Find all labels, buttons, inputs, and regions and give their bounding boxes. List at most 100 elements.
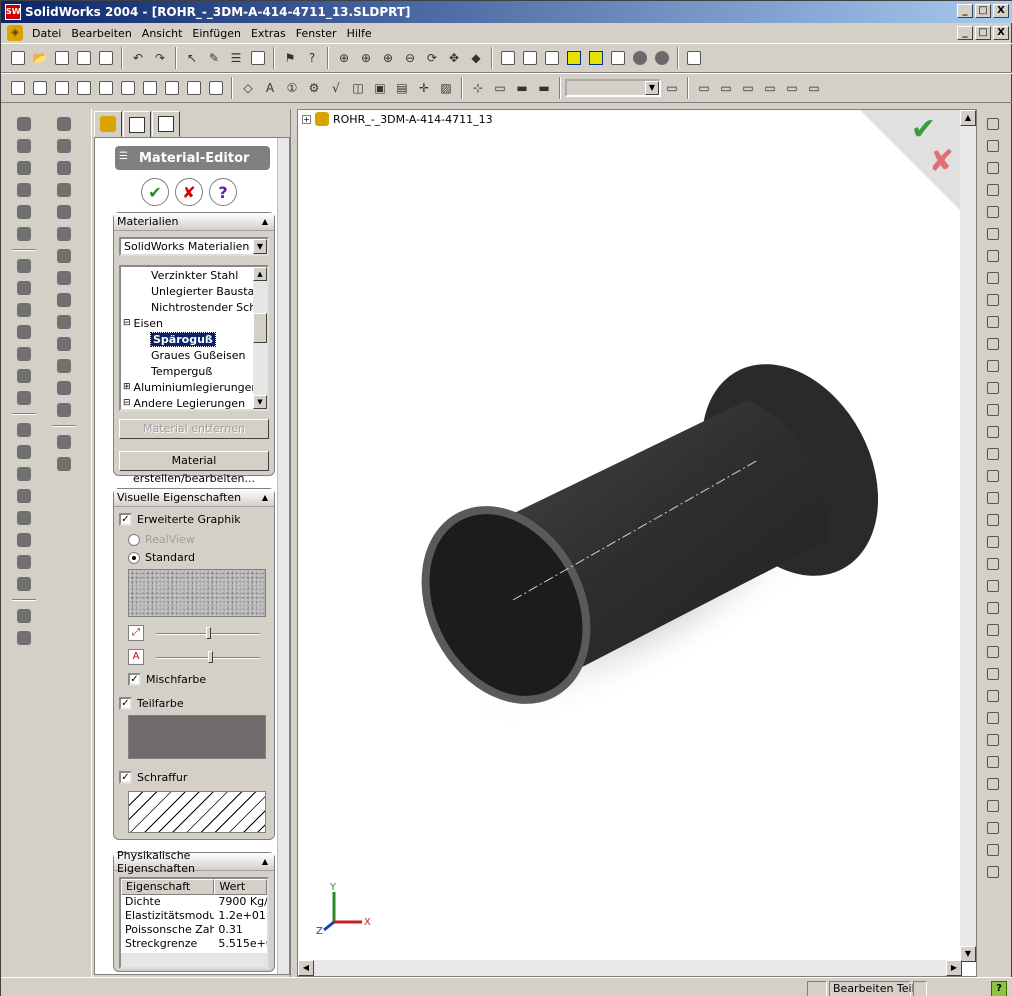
closed-corner-icon[interactable] [54,268,74,288]
tree-item-andere-legierungen[interactable]: ⊟ Andere Legierungen [123,395,245,410]
standard-radio[interactable]: Standard [128,551,195,564]
collapse-node-icon[interactable]: ⊟ [123,318,131,328]
ellipse-icon[interactable] [983,334,1003,354]
sheetmetal-icon[interactable] [54,114,74,134]
center-mark-icon[interactable]: ✛ [414,78,434,98]
undo-icon[interactable]: ↶ [128,48,148,68]
fillet-icon[interactable] [96,78,116,98]
offset-tool-icon[interactable] [983,510,1003,530]
hatch-preview[interactable] [128,791,266,833]
sketch-pattern-icon[interactable] [14,552,34,572]
sweep-boss-icon[interactable] [14,202,34,222]
convert-icon[interactable] [983,532,1003,552]
smart-dimension-icon[interactable] [983,158,1003,178]
hidden-removed-icon[interactable] [542,48,562,68]
collapse-icon[interactable]: ▲ [262,493,268,502]
revolve-icon[interactable] [30,78,50,98]
centerline-icon[interactable]: ⊹ [468,78,488,98]
tree-item-temperguss[interactable]: Temperguß [151,363,212,379]
zoom-fit-icon[interactable]: ⊕ [334,48,354,68]
scroll-right-icon[interactable]: ▶ [946,960,962,976]
collapse-icon[interactable]: ▲ [262,217,268,226]
expand-node-icon[interactable]: ⊞ [123,382,131,392]
fillet-feature-icon[interactable] [14,256,34,276]
rebuild-icon[interactable]: ⚑ [280,48,300,68]
shell-icon[interactable] [140,78,160,98]
grid-tool-icon[interactable] [983,862,1003,882]
parabola-icon[interactable] [983,356,1003,376]
polygon-icon[interactable] [983,312,1003,332]
rectangle-icon[interactable] [983,224,1003,244]
rib-feature-icon[interactable] [14,300,34,320]
extend-tool-icon[interactable] [983,576,1003,596]
parting-line-icon[interactable] [54,454,74,474]
tree-scrollbar[interactable]: ▲ ▼ [253,267,267,409]
view-orient-icon[interactable]: ◆ [466,48,486,68]
scroll-up-icon[interactable]: ▲ [960,110,976,126]
revolve-boss-icon[interactable] [14,158,34,178]
loft-boss-icon[interactable] [14,224,34,244]
ok-button[interactable]: ✔ [141,178,169,206]
point-icon[interactable] [983,400,1003,420]
wireframe-icon[interactable] [498,48,518,68]
hatch-checkbox[interactable]: ✓ Schraffur [119,771,187,784]
linear-pattern-icon[interactable] [14,420,34,440]
tree-item-eisen[interactable]: ⊟ Eisen [123,315,163,331]
redo-icon[interactable]: ↷ [150,48,170,68]
extrude-icon[interactable] [8,78,28,98]
scale-slider[interactable] [206,627,211,639]
dropdown-arrow-icon[interactable]: ▼ [253,239,267,254]
tree-item-verzinkter-stahl[interactable]: Verzinkter Stahl [151,267,238,283]
tree-item-spaeroguss[interactable]: Späroguß [150,331,216,347]
split-tool-icon[interactable] [983,598,1003,618]
menu-ansicht[interactable]: Ansicht [137,27,188,40]
curves-icon[interactable] [14,628,34,648]
pan-icon[interactable]: ✥ [444,48,464,68]
zoom-area-icon[interactable]: ⊕ [356,48,376,68]
table-icon[interactable]: ▬ [534,78,554,98]
jog-icon[interactable] [54,224,74,244]
help-icon[interactable]: ? [991,981,1007,996]
shaded-icon[interactable] [586,48,606,68]
table-pattern-icon[interactable] [14,508,34,528]
block-tool-icon[interactable] [983,818,1003,838]
surface-icon[interactable]: ▭ [694,78,714,98]
text-icon[interactable]: A [260,78,280,98]
copy-icon[interactable] [983,708,1003,728]
hem-icon[interactable] [54,202,74,222]
menu-hilfe[interactable]: Hilfe [342,27,377,40]
minimize-button[interactable]: _ [957,4,973,18]
texture-preview[interactable] [128,569,266,617]
create-material-button[interactable]: Material erstellen/bearbeiten... [119,451,269,485]
print-icon[interactable] [74,48,94,68]
menu-einfuegen[interactable]: Einfügen [187,27,246,40]
spline-icon[interactable] [983,378,1003,398]
sketch-tool-icon[interactable] [983,114,1003,134]
tab-property-manager[interactable] [123,111,151,139]
angle-slider[interactable] [208,651,213,663]
text-tool-icon[interactable] [983,444,1003,464]
material-library-dropdown[interactable]: SolidWorks Materialien ▼ [119,237,269,256]
hole-icon[interactable] [206,78,226,98]
tree-item-aluminiumlegierungen[interactable]: ⊞ Aluminiumlegierungen [123,379,258,395]
layer-icon[interactable]: ▬ [512,78,532,98]
collapse-icon[interactable]: ▲ [262,857,268,866]
doc-minimize-button[interactable]: _ [957,26,973,40]
offset-icon[interactable]: ▭ [738,78,758,98]
mold-tools-icon[interactable] [54,432,74,452]
section-icon[interactable] [630,48,650,68]
shell-feature-icon[interactable] [14,322,34,342]
doc-close-button[interactable]: X [993,26,1009,40]
rotate-icon[interactable]: ⟳ [422,48,442,68]
tree-item-nichtrostender[interactable]: Nichtrostender Schm [151,299,267,315]
line-icon[interactable] [983,202,1003,222]
hidden-lines-icon[interactable] [520,48,540,68]
materials-group-header[interactable]: Materialien ▲ [114,213,274,231]
doc-restore-button[interactable]: □ [975,26,991,40]
scroll-down-icon[interactable]: ▼ [960,946,976,962]
revolve-cut-icon[interactable] [14,180,34,200]
scroll-up-icon[interactable]: ▲ [253,267,267,281]
part-color-checkbox[interactable]: ✓ Teilfarbe [119,697,184,710]
realview-icon[interactable] [652,48,672,68]
fillet-tool-icon[interactable] [983,466,1003,486]
